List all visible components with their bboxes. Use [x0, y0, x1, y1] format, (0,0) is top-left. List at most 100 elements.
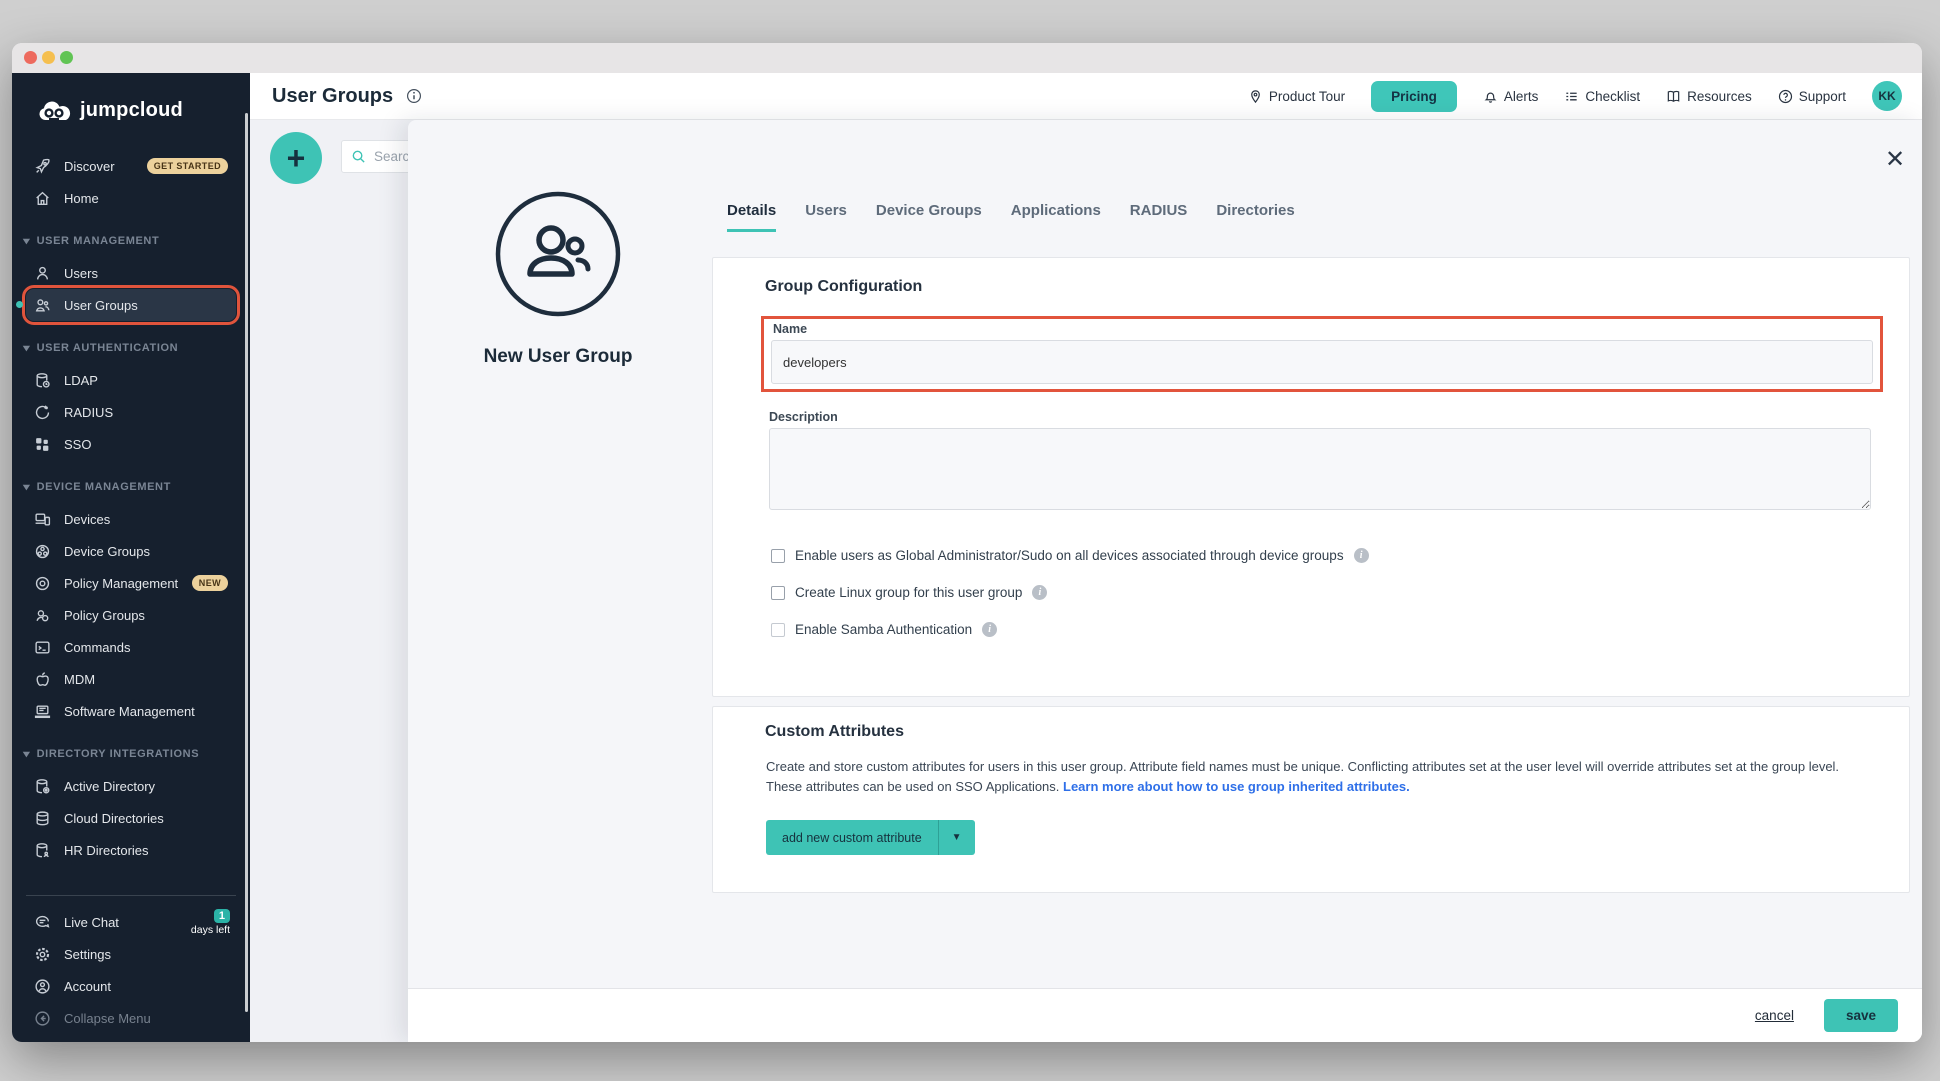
learn-more-link[interactable]: Learn more about how to use group inheri…	[1063, 779, 1410, 794]
sidebar-item-discover[interactable]: Discover GET STARTED	[26, 150, 236, 182]
tab-applications[interactable]: Applications	[1011, 202, 1101, 232]
bell-icon	[1483, 89, 1498, 104]
cloud-directories-icon	[34, 810, 51, 827]
group-description-textarea[interactable]	[769, 428, 1871, 510]
resources-button[interactable]: Resources	[1666, 89, 1752, 104]
sidebar-item-account[interactable]: Account	[26, 970, 236, 1002]
sidebar-item-radius[interactable]: RADIUS	[26, 396, 236, 428]
sidebar-item-policy-management[interactable]: Policy Management NEW	[26, 567, 236, 599]
alerts-button[interactable]: Alerts	[1483, 89, 1539, 104]
active-directory-icon	[34, 778, 51, 795]
ldap-database-icon	[34, 372, 51, 389]
app-window: jumpcloud Discover GET STARTED Home ▾ US…	[12, 43, 1922, 1042]
checkbox-row-global-admin: Enable users as Global Administrator/Sud…	[771, 548, 1369, 563]
checkbox-label: Create Linux group for this user group	[795, 585, 1022, 600]
sidebar-item-home[interactable]: Home	[26, 182, 236, 214]
group-name-input[interactable]	[771, 340, 1873, 384]
samba-auth-checkbox[interactable]	[771, 623, 785, 637]
sidebar-item-label: User Groups	[64, 298, 138, 313]
get-started-badge: GET STARTED	[147, 158, 228, 174]
close-window-button[interactable]	[24, 51, 37, 64]
new-badge: NEW	[192, 575, 228, 591]
sidebar-item-label: Policy Management	[64, 576, 178, 591]
product-tour-icon	[1248, 89, 1263, 104]
sidebar-item-collapse-menu[interactable]: Collapse Menu	[26, 1002, 236, 1034]
sidebar-item-device-groups[interactable]: Device Groups	[26, 535, 236, 567]
product-tour-button[interactable]: Product Tour	[1248, 89, 1345, 104]
sidebar-item-devices[interactable]: Devices	[26, 503, 236, 535]
info-icon[interactable]: i	[1354, 548, 1369, 563]
info-icon[interactable]	[406, 88, 422, 104]
search-icon	[351, 149, 366, 164]
sidebar-item-label: Collapse Menu	[64, 1011, 151, 1026]
chevron-down-icon: ▼	[939, 832, 975, 843]
tab-directories[interactable]: Directories	[1216, 202, 1294, 232]
add-user-group-button[interactable]: +	[270, 132, 322, 184]
tab-radius[interactable]: RADIUS	[1130, 202, 1188, 232]
chevron-down-icon: ▾	[23, 343, 30, 354]
checklist-label: Checklist	[1585, 89, 1640, 104]
sidebar-item-hr-directories[interactable]: HR Directories	[26, 834, 236, 866]
sidebar-item-commands[interactable]: Commands	[26, 631, 236, 663]
add-custom-attribute-button[interactable]: add new custom attribute ▼	[766, 820, 975, 855]
save-button[interactable]: save	[1824, 999, 1898, 1032]
section-device-management[interactable]: ▾ DEVICE MANAGEMENT	[12, 471, 250, 503]
user-avatar[interactable]: KK	[1872, 81, 1902, 111]
user-group-large-icon	[494, 190, 622, 318]
minimize-window-button[interactable]	[42, 51, 55, 64]
support-label: Support	[1799, 89, 1846, 104]
macos-titlebar	[12, 43, 1922, 73]
sidebar-scrollbar[interactable]	[245, 113, 248, 1012]
sidebar-item-active-directory[interactable]: Active Directory	[26, 770, 236, 802]
sidebar-item-cloud-directories[interactable]: Cloud Directories	[26, 802, 236, 834]
sidebar-item-label: HR Directories	[64, 843, 149, 858]
zoom-window-button[interactable]	[60, 51, 73, 64]
name-field-highlight: Name	[761, 316, 1883, 392]
account-icon	[34, 978, 51, 995]
checklist-button[interactable]: Checklist	[1564, 89, 1640, 104]
sidebar-item-sso[interactable]: SSO	[26, 428, 236, 460]
linux-group-checkbox[interactable]	[771, 586, 785, 600]
sidebar-item-software-management[interactable]: Software Management	[26, 695, 236, 727]
days-left-badge: 1	[214, 909, 230, 923]
sidebar-item-mdm[interactable]: MDM	[26, 663, 236, 695]
group-configuration-heading: Group Configuration	[765, 278, 922, 296]
commands-terminal-icon	[34, 639, 51, 656]
sidebar-item-label: Cloud Directories	[64, 811, 164, 826]
sidebar-item-label: Policy Groups	[64, 608, 145, 623]
group-configuration-card: Group Configuration Name Description Ena…	[712, 257, 1910, 697]
cancel-button[interactable]: cancel	[1755, 1008, 1794, 1023]
checklist-icon	[1564, 89, 1579, 104]
product-tour-label: Product Tour	[1269, 89, 1345, 104]
section-directory-integrations[interactable]: ▾ DIRECTORY INTEGRATIONS	[12, 738, 250, 770]
section-title: USER AUTHENTICATION	[37, 342, 179, 354]
global-admin-checkbox[interactable]	[771, 549, 785, 563]
sidebar-item-ldap[interactable]: LDAP	[26, 364, 236, 396]
tab-device-groups[interactable]: Device Groups	[876, 202, 982, 232]
live-chat-icon	[34, 914, 51, 931]
section-user-management[interactable]: ▾ USER MANAGEMENT	[12, 225, 250, 257]
info-icon[interactable]: i	[1032, 585, 1047, 600]
info-icon[interactable]: i	[982, 622, 997, 637]
sidebar-item-settings[interactable]: Settings	[26, 938, 236, 970]
device-group-icon	[34, 543, 51, 560]
header-actions: Product Tour Pricing Alerts Checklist Re…	[1248, 81, 1902, 112]
sidebar-item-user-groups[interactable]: User Groups	[26, 289, 236, 321]
sidebar-item-label: SSO	[64, 437, 91, 452]
entity-title: New User Group	[424, 346, 692, 368]
tab-details[interactable]: Details	[727, 202, 776, 232]
rocket-icon	[34, 158, 51, 175]
checkbox-label: Enable users as Global Administrator/Sud…	[795, 548, 1344, 563]
pricing-button[interactable]: Pricing	[1371, 81, 1457, 112]
tab-users[interactable]: Users	[805, 202, 847, 232]
sidebar-item-users[interactable]: Users	[26, 257, 236, 289]
checkbox-row-linux-group: Create Linux group for this user group i	[771, 585, 1047, 600]
panel-footer: cancel save	[408, 988, 1922, 1042]
section-user-authentication[interactable]: ▾ USER AUTHENTICATION	[12, 332, 250, 364]
sidebar-item-live-chat[interactable]: Live Chat 1 days left	[26, 906, 236, 938]
support-button[interactable]: Support	[1778, 89, 1846, 104]
policy-group-icon	[34, 607, 51, 624]
chevron-down-icon: ▾	[23, 749, 30, 760]
sidebar-item-policy-groups[interactable]: Policy Groups	[26, 599, 236, 631]
close-icon[interactable]: ✕	[1880, 145, 1910, 175]
